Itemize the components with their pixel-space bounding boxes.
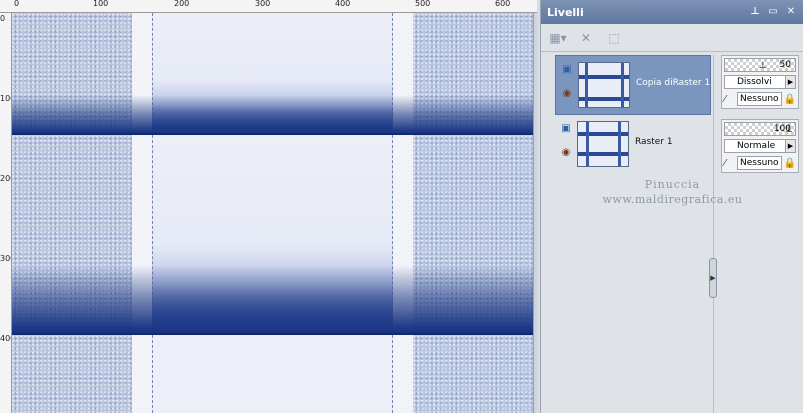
close-icon[interactable]: ✕	[785, 6, 797, 18]
watermark-line2: www.maldiregrafica.eu	[602, 193, 743, 206]
mask-row: ⁄ Nessuno 🔒	[724, 92, 796, 106]
vertical-ruler: 0 100 200 300 400	[0, 13, 12, 413]
ruler-label: 600	[495, 0, 511, 8]
document-image[interactable]	[12, 13, 533, 413]
ruler-label: 500	[415, 0, 431, 8]
dropdown-arrow-icon[interactable]: ▶	[785, 140, 795, 152]
mask-value[interactable]: Nessuno	[736, 156, 782, 170]
layers-toolbar: ▦▾ ✕ ⬚	[541, 24, 803, 52]
panel-divider	[713, 55, 714, 413]
image-band	[12, 13, 533, 135]
opacity-slider[interactable]: ⊥ 50	[724, 58, 796, 72]
dropdown-arrow-icon[interactable]: ▶	[785, 76, 795, 88]
raster-layer-icon: ▣	[562, 64, 572, 75]
layer-thumbnail	[577, 121, 629, 167]
mask-value[interactable]: Nessuno	[736, 92, 782, 106]
brush-icon[interactable]: ⁄	[724, 158, 735, 169]
mask-row: ⁄ Nessuno 🔒	[724, 156, 796, 170]
ruler-label: 300	[255, 0, 271, 8]
image-band	[12, 135, 533, 335]
layer-row-copia-raster-1[interactable]: ▣ ◉ Copia diRaster 1	[555, 55, 711, 115]
ruler-label: 400	[335, 0, 351, 8]
psp-workspace: 0 100 200 300 400 500 600 0 100 200 300 …	[0, 0, 803, 413]
window-icon[interactable]: ▭	[767, 6, 779, 18]
watermark: Pinuccia www.maldiregrafica.eu	[541, 178, 803, 206]
layer-properties-2: ⊥ 100 Normale ▶ ⁄ Nessuno 🔒	[721, 119, 799, 173]
collapse-handle[interactable]: ▶	[709, 258, 717, 298]
panel-title: Livelli	[547, 5, 584, 19]
ruler-label: 0	[0, 14, 6, 23]
blend-mode-select[interactable]: Dissolvi ▶	[724, 75, 796, 89]
eye-icon[interactable]: ◉	[559, 147, 573, 159]
ruler-label: 0	[14, 0, 20, 8]
blend-mode-value: Normale	[737, 141, 776, 151]
ruler-label: 300	[0, 254, 11, 263]
layer-properties-1: ⊥ 50 Dissolvi ▶ ⁄ Nessuno 🔒	[721, 55, 799, 109]
slider-thumb-icon[interactable]: ⊥	[759, 60, 767, 72]
layer-row-raster-1[interactable]: ▣ ◉ Raster 1	[555, 115, 711, 175]
opacity-slider[interactable]: ⊥ 100	[724, 122, 796, 136]
slider-thumb-icon[interactable]: ⊥	[785, 124, 793, 136]
lock-icon[interactable]: 🔒	[784, 158, 796, 169]
panel-title-bar[interactable]: Livelli ⊥ ▭ ✕	[541, 0, 803, 24]
delete-layer-icon[interactable]: ✕	[575, 28, 597, 48]
ruler-label: 200	[0, 174, 11, 183]
layers-list: ▣ ◉ Copia diRaster 1 ▣ ◉ Raster 1	[555, 55, 711, 413]
ruler-label: 100	[0, 94, 11, 103]
raster-layer-icon: ▣	[561, 123, 571, 134]
brush-icon[interactable]: ⁄	[724, 94, 735, 105]
watermark-line1: Pinuccia	[644, 178, 701, 191]
blend-mode-select[interactable]: Normale ▶	[724, 139, 796, 153]
blend-mode-value: Dissolvi	[737, 77, 772, 87]
canvas-area[interactable]: 0 100 200 300 400 500 600 0 100 200 300 …	[0, 0, 537, 413]
pin-icon[interactable]: ⊥	[749, 6, 761, 18]
ruler-label: 100	[93, 0, 109, 8]
opacity-value: 50	[779, 60, 791, 70]
mask-layer-icon[interactable]: ⬚	[603, 28, 625, 48]
layer-thumbnail	[578, 62, 630, 108]
canvas-edge	[533, 13, 537, 413]
image-band	[12, 335, 533, 413]
layer-properties: ⊥ 50 Dissolvi ▶ ⁄ Nessuno 🔒 ⊥ 100 Normal…	[721, 55, 799, 183]
new-layer-icon[interactable]: ▦▾	[547, 28, 569, 48]
eye-icon[interactable]: ◉	[560, 88, 574, 100]
ruler-label: 400	[0, 334, 11, 343]
layers-panel: Livelli ⊥ ▭ ✕ ▦▾ ✕ ⬚ ▣ ◉ Copia diRaster …	[540, 0, 803, 413]
layer-name: Copia diRaster 1	[636, 78, 711, 88]
layer-name: Raster 1	[635, 137, 673, 147]
lock-icon[interactable]: 🔒	[784, 94, 796, 105]
horizontal-ruler: 0 100 200 300 400 500 600	[0, 0, 537, 13]
ruler-label: 200	[174, 0, 190, 8]
